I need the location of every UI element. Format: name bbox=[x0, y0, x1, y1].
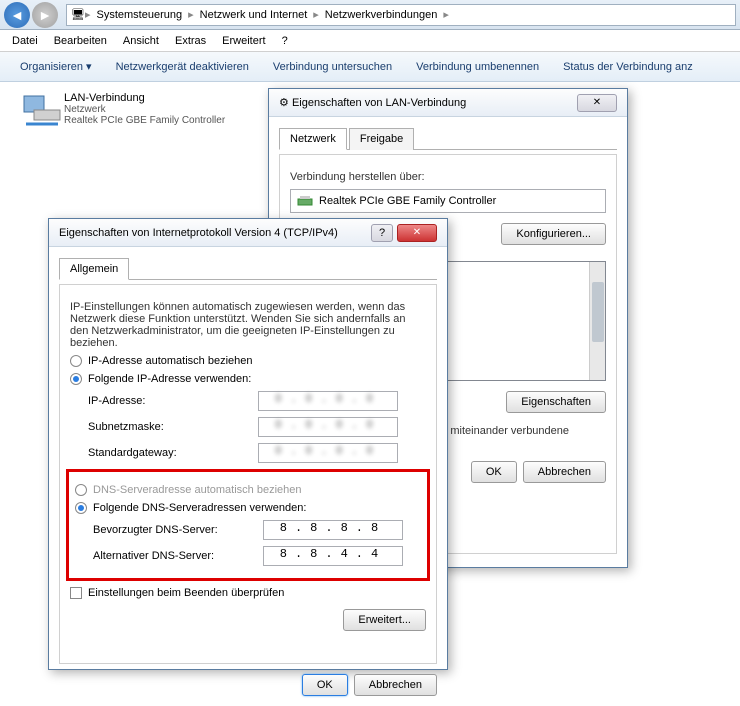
radio-manual-dns[interactable]: Folgende DNS-Serveradressen verwenden: bbox=[75, 502, 421, 514]
close-button[interactable]: ✕ bbox=[397, 224, 437, 242]
label-alternate-dns: Alternativer DNS-Server: bbox=[93, 550, 263, 562]
preferred-dns-input[interactable]: 8.8.8.8 bbox=[263, 520, 403, 540]
dialog-titlebar: Eigenschaften von Internetprotokoll Vers… bbox=[49, 219, 447, 247]
advanced-button[interactable]: Erweitert... bbox=[343, 609, 426, 631]
connection-list-item[interactable]: LAN-Verbindung Netzwerk Realtek PCIe GBE… bbox=[20, 92, 260, 132]
label-ip-address: IP-Adresse: bbox=[88, 395, 258, 407]
label-subnet-mask: Subnetzmaske: bbox=[88, 421, 258, 433]
connection-network: Netzwerk bbox=[64, 104, 225, 115]
toolbar-disable-device[interactable]: Netzwerkgerät deaktivieren bbox=[104, 61, 261, 73]
gateway-input[interactable]: 0.0.0.0 bbox=[258, 443, 398, 463]
menu-bar: Datei Bearbeiten Ansicht Extras Erweiter… bbox=[0, 30, 740, 52]
toolbar-diagnose[interactable]: Verbindung untersuchen bbox=[261, 61, 404, 73]
breadcrumb-icon: 🖥 bbox=[71, 8, 85, 21]
configure-button[interactable]: Konfigurieren... bbox=[501, 223, 606, 245]
menu-extras[interactable]: Extras bbox=[167, 35, 214, 47]
toolbar-organize[interactable]: Organisieren ▾ bbox=[8, 60, 104, 73]
radio-auto-dns: DNS-Serveradresse automatisch beziehen bbox=[75, 484, 421, 496]
tab-network[interactable]: Netzwerk bbox=[279, 128, 347, 150]
tab-strip: Netzwerk Freigabe bbox=[279, 127, 617, 150]
radio-label: IP-Adresse automatisch beziehen bbox=[88, 355, 252, 367]
checkbox-label: Einstellungen beim Beenden überprüfen bbox=[88, 587, 284, 599]
radio-icon bbox=[75, 502, 87, 514]
breadcrumb[interactable]: 🖥 ▸ Systemsteuerung ▸ Netzwerk und Inter… bbox=[66, 4, 736, 26]
radio-icon bbox=[70, 373, 82, 385]
connection-name: LAN-Verbindung bbox=[64, 92, 225, 104]
dns-highlight-region: DNS-Serveradresse automatisch beziehen F… bbox=[66, 469, 430, 581]
label-gateway: Standardgateway: bbox=[88, 447, 258, 459]
toolbar-rename[interactable]: Verbindung umbenennen bbox=[404, 61, 551, 73]
help-button[interactable]: ? bbox=[371, 224, 393, 242]
scrollbar[interactable] bbox=[589, 262, 605, 380]
breadcrumb-item[interactable]: Systemsteuerung bbox=[91, 9, 189, 21]
adapter-icon bbox=[297, 193, 313, 209]
radio-label: Folgende IP-Adresse verwenden: bbox=[88, 373, 251, 385]
radio-icon bbox=[75, 484, 87, 496]
validate-checkbox-row[interactable]: Einstellungen beim Beenden überprüfen bbox=[70, 587, 426, 599]
breadcrumb-item[interactable]: Netzwerk und Internet bbox=[194, 9, 314, 21]
explorer-titlebar: ◄ ► 🖥 ▸ Systemsteuerung ▸ Netzwerk und I… bbox=[0, 0, 740, 30]
radio-label: DNS-Serveradresse automatisch beziehen bbox=[93, 484, 302, 496]
radio-label: Folgende DNS-Serveradressen verwenden: bbox=[93, 502, 306, 514]
connection-device: Realtek PCIe GBE Family Controller bbox=[64, 115, 225, 126]
menu-edit[interactable]: Bearbeiten bbox=[46, 35, 115, 47]
ok-button[interactable]: OK bbox=[471, 461, 517, 483]
toolbar-status[interactable]: Status der Verbindung anz bbox=[551, 61, 705, 73]
command-bar: Organisieren ▾ Netzwerkgerät deaktiviere… bbox=[0, 52, 740, 82]
close-button[interactable]: ✕ bbox=[577, 94, 617, 112]
network-icon: ⚙ bbox=[279, 96, 289, 109]
tab-general[interactable]: Allgemein bbox=[59, 258, 129, 280]
radio-auto-ip[interactable]: IP-Adresse automatisch beziehen bbox=[70, 355, 426, 367]
tab-sharing[interactable]: Freigabe bbox=[349, 128, 414, 150]
cancel-button[interactable]: Abbrechen bbox=[354, 674, 437, 696]
ipv4-properties-dialog: Eigenschaften von Internetprotokoll Vers… bbox=[48, 218, 448, 670]
adapter-box[interactable]: Realtek PCIe GBE Family Controller bbox=[290, 189, 606, 213]
label-preferred-dns: Bevorzugter DNS-Server: bbox=[93, 524, 263, 536]
radio-icon bbox=[70, 355, 82, 367]
breadcrumb-item[interactable]: Netzwerkverbindungen bbox=[319, 9, 444, 21]
ok-button[interactable]: OK bbox=[302, 674, 348, 696]
subnet-mask-input[interactable]: 0.0.0.0 bbox=[258, 417, 398, 437]
dialog-title: Eigenschaften von Internetprotokoll Vers… bbox=[59, 227, 338, 239]
cancel-button[interactable]: Abbrechen bbox=[523, 461, 606, 483]
properties-button[interactable]: Eigenschaften bbox=[506, 391, 606, 413]
nav-forward-button[interactable]: ► bbox=[32, 2, 58, 28]
intro-text: IP-Einstellungen können automatisch zuge… bbox=[70, 301, 426, 349]
connect-using-label: Verbindung herstellen über: bbox=[290, 171, 606, 183]
dialog-titlebar: ⚙ Eigenschaften von LAN-Verbindung ✕ bbox=[269, 89, 627, 117]
menu-view[interactable]: Ansicht bbox=[115, 35, 167, 47]
tab-strip: Allgemein bbox=[59, 257, 437, 280]
adapter-name: Realtek PCIe GBE Family Controller bbox=[319, 195, 496, 207]
network-adapter-icon bbox=[20, 92, 64, 132]
menu-help[interactable]: ? bbox=[274, 35, 296, 47]
menu-advanced[interactable]: Erweitert bbox=[214, 35, 273, 47]
ip-address-input[interactable]: 0.0.0.0 bbox=[258, 391, 398, 411]
checkbox-icon bbox=[70, 587, 82, 599]
alternate-dns-input[interactable]: 8.8.4.4 bbox=[263, 546, 403, 566]
dialog-title: Eigenschaften von LAN-Verbindung bbox=[292, 97, 466, 109]
menu-file[interactable]: Datei bbox=[4, 35, 46, 47]
radio-manual-ip[interactable]: Folgende IP-Adresse verwenden: bbox=[70, 373, 426, 385]
nav-back-button[interactable]: ◄ bbox=[4, 2, 30, 28]
